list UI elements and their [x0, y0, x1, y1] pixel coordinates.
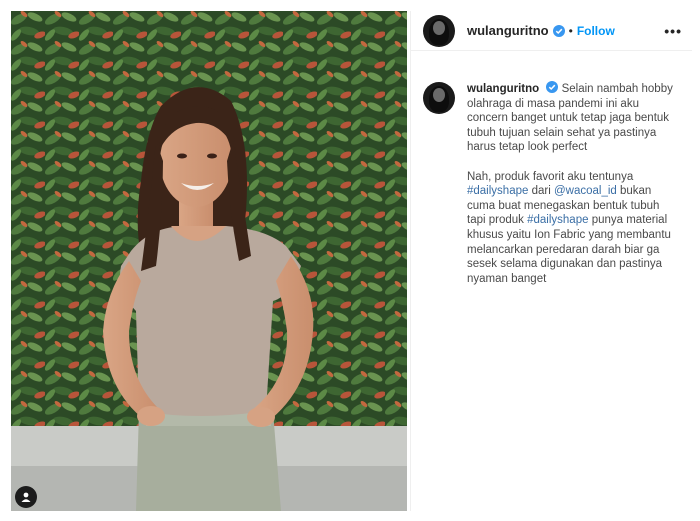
hashtag-link[interactable]: #dailyshape [527, 214, 588, 226]
avatar[interactable] [423, 14, 455, 47]
caption-text: wulanguritno Selain nambah hobby olahrag… [467, 81, 680, 301]
caption-paragraph-2: Nah, produk favorit aku tentunya #dailys… [467, 170, 680, 287]
mention-link[interactable]: @wacoal_id [554, 185, 617, 197]
caption-text-part: Nah, produk favorit aku tentunya [467, 170, 634, 183]
caption-avatar[interactable] [423, 82, 455, 114]
caption-row: wulanguritno Selain nambah hobby olahrag… [411, 51, 692, 301]
post-side-panel: wulanguritno • Follow ••• wulanguritno S… [410, 11, 692, 511]
caption-text-part: dari [528, 185, 554, 198]
user-tag-icon[interactable] [15, 486, 37, 508]
more-options-icon[interactable]: ••• [664, 23, 682, 39]
follow-button[interactable]: Follow [577, 24, 615, 38]
instagram-post: wulanguritno • Follow ••• wulanguritno S… [0, 0, 700, 521]
verified-badge-icon [552, 24, 565, 37]
caption-username[interactable]: wulanguritno [467, 83, 539, 95]
hashtag-link[interactable]: #dailyshape [467, 185, 528, 197]
photo-illustration [11, 11, 407, 511]
caption-verified-badge-icon [546, 81, 559, 93]
post-header: wulanguritno • Follow ••• [411, 11, 692, 51]
post-photo[interactable] [11, 11, 407, 511]
separator-dot: • [568, 23, 573, 38]
header-username[interactable]: wulanguritno [467, 23, 549, 38]
